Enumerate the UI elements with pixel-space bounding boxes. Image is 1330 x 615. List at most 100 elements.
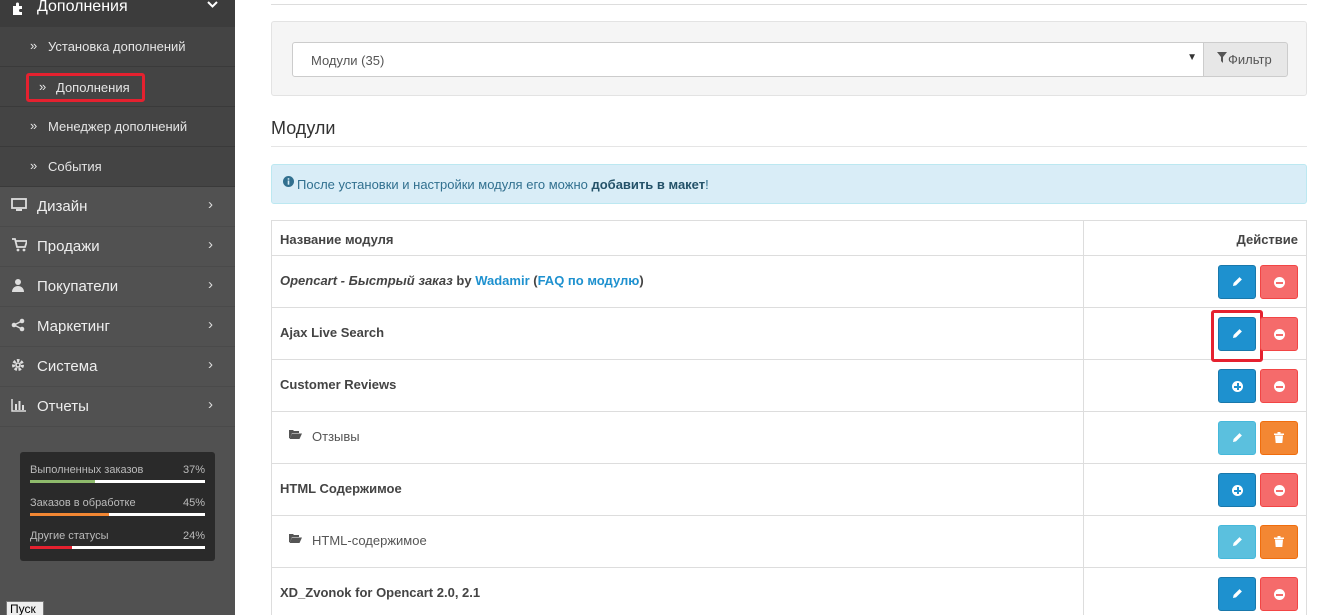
chevron-right-icon: › (208, 396, 213, 413)
table-row: Customer Reviews (272, 360, 1306, 412)
progress-bar (30, 546, 205, 549)
sidebar-item-label: Отчеты (37, 398, 89, 415)
uninstall-button[interactable] (1260, 369, 1298, 403)
minus-circle-icon (1273, 485, 1285, 496)
desktop-icon (11, 198, 27, 216)
uninstall-button[interactable] (1260, 577, 1298, 611)
sidebar-item-label: Дополнения (37, 0, 128, 15)
chevron-right-icon: › (208, 236, 213, 253)
double-chevron-icon: » (39, 79, 47, 94)
table-row: HTML Содержимое (272, 464, 1306, 516)
table-row: Ajax Live Search (272, 308, 1306, 362)
edit-button[interactable] (1218, 525, 1256, 559)
title-divider (271, 146, 1307, 147)
chevron-right-icon: › (208, 196, 213, 213)
progress-bar (30, 513, 205, 516)
chevron-right-icon: › (208, 276, 213, 293)
sidebar-subitem-label: События (48, 159, 102, 174)
stat-other: Другие статусы 24% (30, 530, 205, 560)
highlight-box: » Дополнения (26, 73, 145, 102)
sidebar-subitem-manager[interactable]: » Менеджер дополнений (0, 107, 235, 147)
install-button[interactable] (1218, 473, 1256, 507)
sidebar-item-customers[interactable]: Покупатели › (0, 267, 235, 307)
gear-icon (11, 358, 25, 376)
sidebar-item-label: Маркетинг (37, 318, 110, 335)
pencil-icon (1232, 535, 1243, 550)
select-value: Модули (35) (311, 53, 385, 68)
folder-open-icon (289, 532, 302, 546)
module-title: Opencart - Быстрый заказ (280, 273, 453, 288)
minus-circle-icon (1273, 329, 1285, 340)
user-icon (11, 278, 25, 296)
bar-chart-icon (11, 398, 27, 416)
paren-open: ( (529, 273, 538, 288)
stat-label: Выполненных заказов (30, 464, 144, 476)
edit-button[interactable] (1218, 421, 1256, 455)
module-title: Customer Reviews (280, 377, 397, 392)
sidebar-item-sales[interactable]: Продажи › (0, 227, 235, 267)
delete-button[interactable] (1260, 421, 1298, 455)
trash-icon (1274, 535, 1284, 550)
module-type-select[interactable]: Модули (35) ▼ (292, 42, 1204, 77)
table-row: HTML-содержимое (272, 516, 1306, 568)
pencil-icon (1232, 587, 1243, 602)
module-name: Ajax Live Search (280, 325, 384, 340)
sidebar-subitem-install[interactable]: » Установка дополнений (0, 27, 235, 67)
info-circle-icon (283, 176, 294, 190)
edit-button[interactable] (1218, 265, 1256, 299)
module-title: XD_Zvonok for Opencart 2.0, 2.1 (280, 585, 481, 600)
edit-button[interactable] (1218, 577, 1256, 611)
column-header-name[interactable]: Название модуля (280, 232, 394, 247)
trash-icon (1274, 431, 1284, 446)
pencil-icon (1232, 327, 1243, 342)
order-stats-panel: Выполненных заказов 37% Заказов в обрабо… (20, 452, 215, 561)
edit-button[interactable] (1218, 317, 1256, 351)
sidebar-item-system[interactable]: Система › (0, 347, 235, 387)
minus-circle-icon (1273, 589, 1285, 600)
start-button[interactable]: Пуск (6, 601, 44, 615)
module-name: HTML Содержимое (280, 481, 402, 496)
filter-panel: Модули (35) ▼ Фильтр (271, 21, 1307, 96)
stat-processing: Заказов в обработке 45% (30, 497, 205, 527)
install-button[interactable] (1218, 369, 1256, 403)
by-text: by (452, 273, 476, 288)
sidebar-item-extensions[interactable]: Дополнения (0, 0, 235, 27)
module-title: HTML Содержимое (280, 481, 402, 496)
sidebar-item-marketing[interactable]: Маркетинг › (0, 307, 235, 347)
sidebar-item-design[interactable]: Дизайн › (0, 187, 235, 227)
stat-label: Заказов в обработке (30, 497, 136, 509)
share-icon (11, 318, 25, 336)
sidebar-subitem-label: Установка дополнений (48, 39, 186, 54)
author-link[interactable]: Wadamir (475, 273, 529, 288)
sidebar-subitem-events[interactable]: » События (0, 147, 235, 187)
modules-table: Название модуля Действие Opencart - Быст… (271, 220, 1307, 615)
add-to-layout-link[interactable]: добавить в макет (591, 177, 705, 192)
sidebar-item-label: Система (37, 358, 98, 375)
uninstall-button[interactable] (1260, 317, 1298, 351)
chevron-right-icon: › (208, 316, 213, 333)
pencil-icon (1232, 275, 1243, 290)
plus-circle-icon (1231, 485, 1243, 496)
sidebar-subitem-extensions[interactable]: » Дополнения (0, 67, 235, 107)
progress-fill (30, 513, 109, 516)
paren-close: ) (639, 273, 644, 288)
alert-text-start: После установки и настройки модуля его м… (297, 177, 592, 192)
uninstall-button[interactable] (1260, 265, 1298, 299)
page-title: Модули (271, 118, 336, 138)
filter-button[interactable]: Фильтр (1203, 42, 1288, 77)
alert-text-end: ! (705, 177, 709, 192)
delete-button[interactable] (1260, 525, 1298, 559)
stat-percent: 24% (182, 530, 205, 542)
cart-icon (11, 238, 29, 256)
uninstall-button[interactable] (1260, 473, 1298, 507)
module-instance-name: HTML-содержимое (312, 533, 427, 548)
table-row: XD_Zvonok for Opencart 2.0, 2.1 (272, 568, 1306, 615)
module-name: Opencart - Быстрый заказ by Wadamir (FAQ… (280, 273, 644, 288)
module-instance-name: Отзывы (312, 429, 360, 444)
chevron-right-icon: › (208, 356, 213, 373)
progress-bar (30, 480, 205, 483)
caret-down-icon: ▼ (1187, 52, 1197, 63)
table-header: Название модуля Действие (272, 221, 1306, 256)
sidebar-item-reports[interactable]: Отчеты › (0, 387, 235, 427)
faq-link[interactable]: FAQ по модулю (538, 273, 640, 288)
